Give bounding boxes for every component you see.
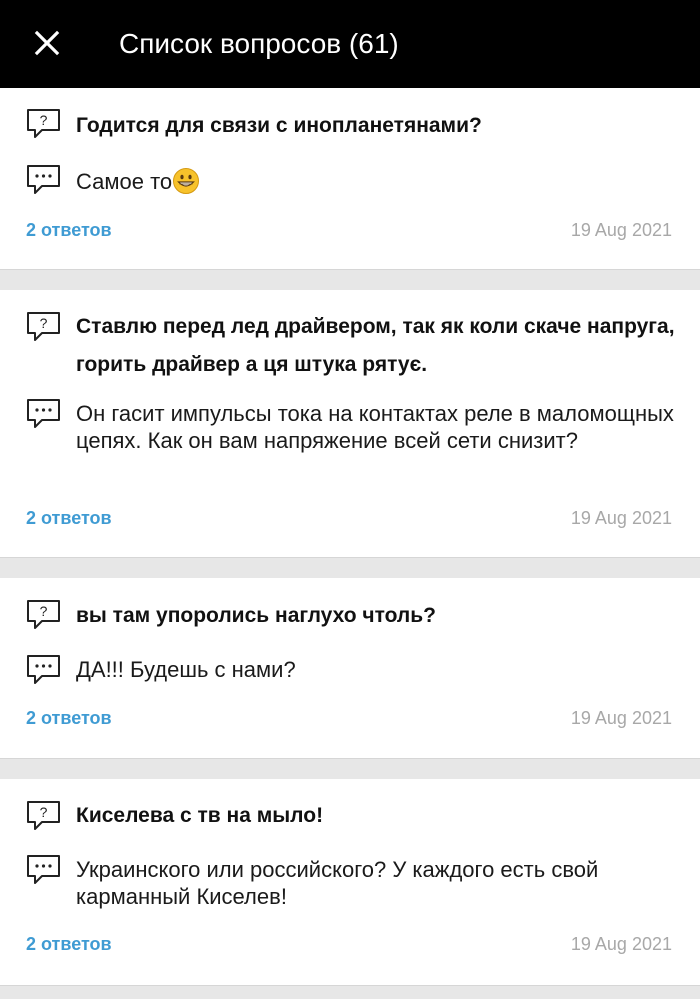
- question-card[interactable]: ? Киселева с тв на мыло! Украинского или…: [0, 779, 700, 986]
- svg-text:?: ?: [40, 804, 48, 820]
- answer-text-content: Самое то: [76, 169, 173, 194]
- question-text: Ставлю перед лед драйвером, так як коли …: [76, 315, 675, 376]
- question-card[interactable]: ? вы там упоролись наглухо чтоль? ДА!!! …: [0, 578, 700, 759]
- answer-icon: [26, 654, 62, 686]
- answer-text: Украинского или российского? У каждого е…: [76, 857, 599, 909]
- question-text: Годится для связи с инопланетянами?: [76, 114, 482, 137]
- question-date: 19 Aug 2021: [570, 220, 672, 240]
- question-icon: ?: [26, 599, 62, 631]
- question-date: 19 Aug 2021: [570, 708, 672, 728]
- svg-text:?: ?: [40, 603, 48, 619]
- question-icon: ?: [26, 311, 62, 343]
- answer-text: Самое то: [76, 167, 676, 195]
- question-text: вы там упоролись наглухо чтоль?: [76, 604, 436, 627]
- svg-text:?: ?: [40, 112, 48, 128]
- answers-count-link[interactable]: 2 ответов: [26, 708, 112, 729]
- answer-icon: [26, 398, 62, 430]
- top-app-bar: Список вопросов (61): [0, 0, 700, 88]
- answers-count-link[interactable]: 2 ответов: [26, 220, 112, 241]
- question-date: 19 Aug 2021: [570, 934, 672, 954]
- question-icon: ?: [26, 800, 62, 832]
- question-icon: ?: [26, 108, 62, 140]
- question-card[interactable]: ? Годится для связи с инопланетянами? Са…: [0, 88, 700, 270]
- close-button[interactable]: [28, 24, 68, 64]
- grinning-face-emoji: [173, 168, 200, 194]
- question-text: Киселева с тв на мыло!: [76, 804, 324, 827]
- svg-text:?: ?: [40, 315, 48, 331]
- answer-text: ДА!!! Будешь с нами?: [76, 657, 296, 682]
- answers-count-link[interactable]: 2 ответов: [26, 934, 112, 955]
- answer-icon: [26, 854, 62, 886]
- answers-count-link[interactable]: 2 ответов: [26, 508, 112, 529]
- question-card[interactable]: ? Ставлю перед лед драйвером, так як кол…: [0, 290, 700, 558]
- close-icon[interactable]: [28, 24, 68, 64]
- answer-icon: [26, 164, 62, 196]
- answer-text: Он гасит импульсы тока на контактах реле…: [76, 401, 674, 453]
- question-date: 19 Aug 2021: [570, 508, 672, 528]
- page-title: Список вопросов (61): [119, 28, 399, 59]
